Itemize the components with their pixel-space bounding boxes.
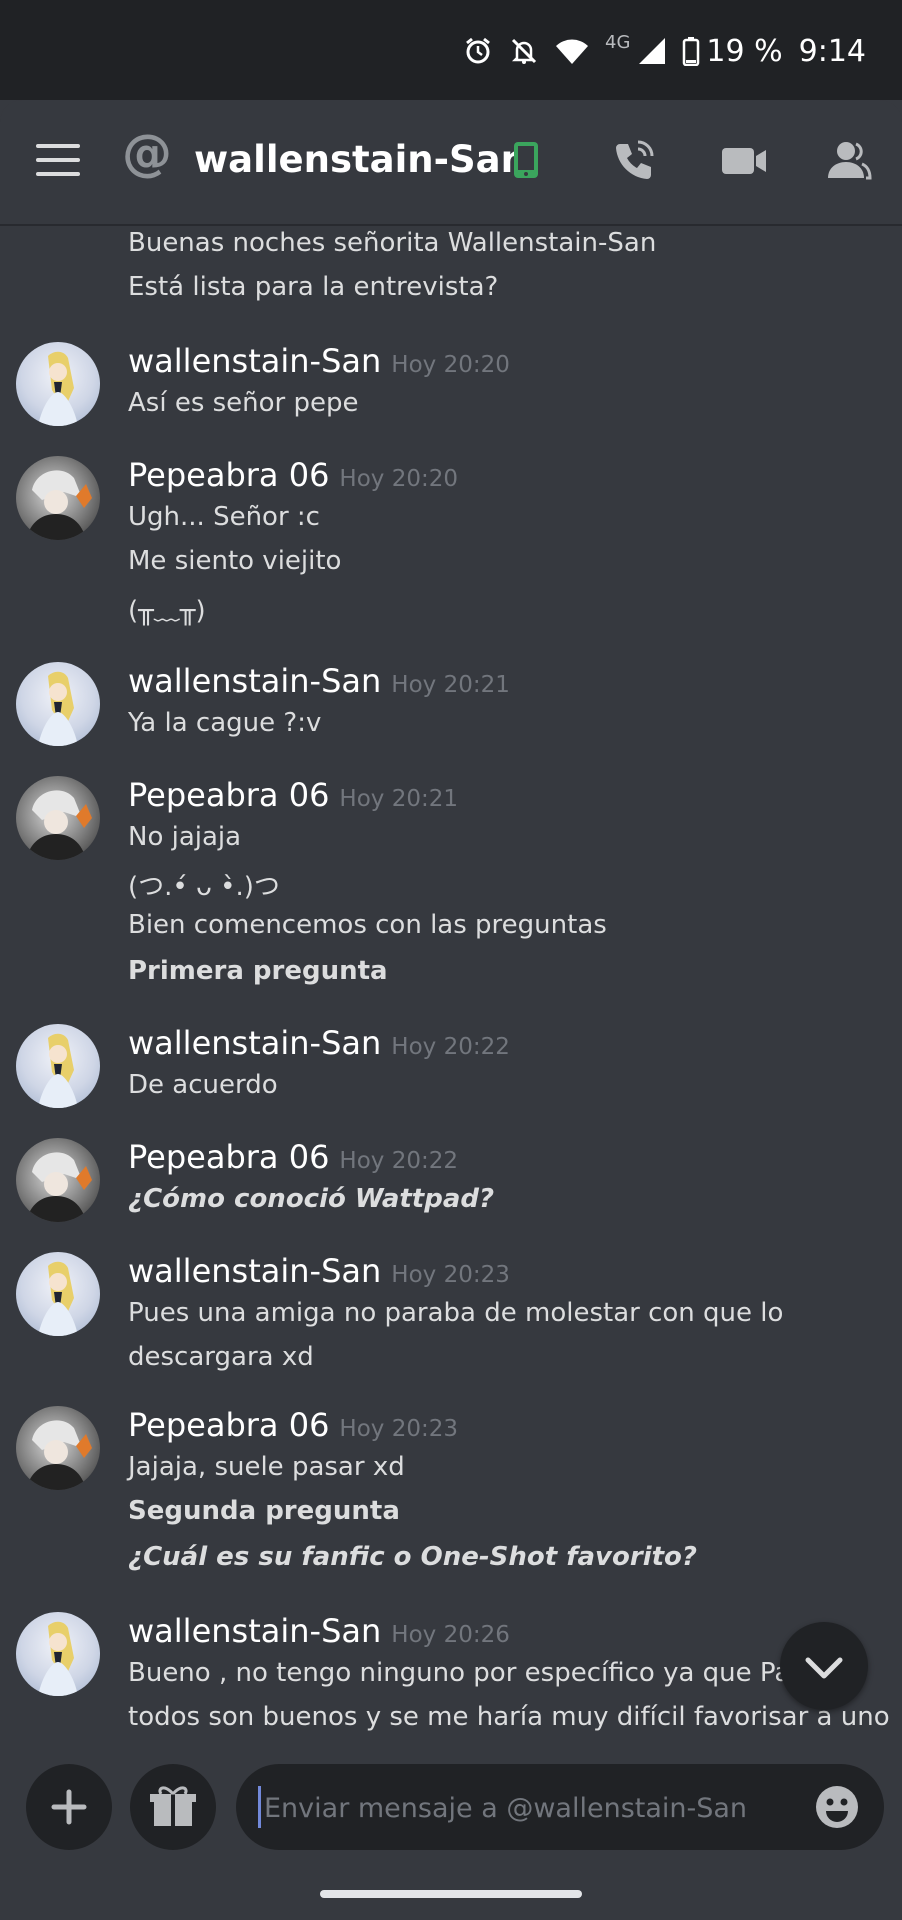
channel-title: wallenstain-San bbox=[194, 138, 527, 181]
message-composer bbox=[0, 1760, 902, 1920]
message-timestamp: Hoy 20:23 bbox=[391, 1262, 510, 1288]
message-text: Me siento viejito bbox=[128, 546, 342, 576]
message-text: descargara xd bbox=[128, 1342, 314, 1372]
avatar[interactable] bbox=[16, 1406, 100, 1490]
message-author[interactable]: Pepeabra 06 bbox=[128, 456, 329, 494]
message-text: Jajaja, suele pasar xd bbox=[128, 1452, 405, 1482]
plus-icon bbox=[51, 1789, 87, 1825]
message-text: Bien comencemos con las preguntas bbox=[128, 910, 607, 940]
notifications-off-icon bbox=[509, 36, 539, 66]
text-cursor bbox=[258, 1786, 261, 1828]
message-text: Así es señor pepe bbox=[128, 388, 359, 418]
message-timestamp: Hoy 20:21 bbox=[339, 786, 458, 812]
message-author[interactable]: wallenstain-San bbox=[128, 1252, 381, 1290]
message-text: Pues una amiga no paraba de molestar con… bbox=[128, 1298, 784, 1328]
emoji-icon[interactable] bbox=[814, 1784, 860, 1834]
message-text: Buenas noches señorita Wallenstain-San bbox=[128, 228, 657, 258]
gift-button[interactable] bbox=[130, 1764, 216, 1850]
network-type: 4G bbox=[605, 32, 631, 53]
add-attachment-button[interactable] bbox=[26, 1764, 112, 1850]
hamburger-icon[interactable] bbox=[36, 144, 80, 178]
status-icons: 4G 19 % 9:14 bbox=[463, 28, 866, 74]
message-author[interactable]: wallenstain-San bbox=[128, 342, 381, 380]
message-text: ¿Cómo conoció Wattpad? bbox=[128, 1184, 495, 1214]
members-icon[interactable] bbox=[826, 138, 872, 186]
clock: 9:14 bbox=[798, 33, 866, 69]
message-text: Ugh... Señor :c bbox=[128, 502, 320, 532]
cell-signal-icon bbox=[638, 37, 666, 65]
home-indicator[interactable] bbox=[320, 1890, 582, 1898]
gift-icon bbox=[150, 1786, 196, 1826]
message-input[interactable] bbox=[262, 1784, 786, 1832]
phone-call-icon[interactable] bbox=[612, 138, 656, 186]
message-author[interactable]: Pepeabra 06 bbox=[128, 1138, 329, 1176]
message-list[interactable]: Buenas noches señorita Wallenstain-San E… bbox=[0, 224, 902, 1760]
message-author[interactable]: wallenstain-San bbox=[128, 1612, 381, 1650]
message-timestamp: Hoy 20:26 bbox=[391, 1622, 510, 1648]
message-text: todos son buenos y se me haría muy difíc… bbox=[128, 1702, 890, 1732]
message-text: Primera pregunta bbox=[128, 956, 388, 986]
video-camera-icon[interactable] bbox=[720, 138, 768, 186]
avatar[interactable] bbox=[16, 1138, 100, 1222]
message-timestamp: Hoy 20:23 bbox=[339, 1416, 458, 1442]
wifi-icon bbox=[555, 37, 589, 65]
avatar[interactable] bbox=[16, 456, 100, 540]
message-timestamp: Hoy 20:22 bbox=[391, 1034, 510, 1060]
message-timestamp: Hoy 20:22 bbox=[339, 1148, 458, 1174]
chevron-down-icon bbox=[805, 1657, 843, 1679]
channel-header: @ wallenstain-San bbox=[0, 100, 902, 224]
message-text: Segunda pregunta bbox=[128, 1496, 400, 1526]
mobile-phone-icon bbox=[512, 140, 540, 184]
battery-level: 19 % bbox=[706, 33, 783, 69]
battery-icon bbox=[682, 36, 700, 66]
jump-to-present-button[interactable] bbox=[780, 1622, 868, 1710]
dm-at-icon: @ bbox=[122, 124, 172, 182]
message-author[interactable]: wallenstain-San bbox=[128, 1024, 381, 1062]
message-text: ¿Cuál es su fanfic o One-Shot favorito? bbox=[128, 1542, 697, 1572]
avatar[interactable] bbox=[16, 1612, 100, 1696]
avatar[interactable] bbox=[16, 1024, 100, 1108]
avatar[interactable] bbox=[16, 1252, 100, 1336]
message-timestamp: Hoy 20:20 bbox=[391, 352, 510, 378]
message-text: No jajaja bbox=[128, 822, 242, 852]
message-author[interactable]: Pepeabra 06 bbox=[128, 1406, 329, 1444]
message-text: (╥﹏╥) bbox=[128, 596, 206, 626]
message-timestamp: Hoy 20:21 bbox=[391, 672, 510, 698]
message-author[interactable]: wallenstain-San bbox=[128, 662, 381, 700]
status-bar: 4G 19 % 9:14 bbox=[0, 0, 902, 100]
avatar[interactable] bbox=[16, 662, 100, 746]
message-author[interactable]: Pepeabra 06 bbox=[128, 776, 329, 814]
message-timestamp: Hoy 20:20 bbox=[339, 466, 458, 492]
alarm-icon bbox=[463, 36, 493, 66]
message-text: De acuerdo bbox=[128, 1070, 278, 1100]
message-text: (つ.•́ ᴗ •̀.)つ bbox=[128, 872, 280, 902]
message-text: Está lista para la entrevista? bbox=[128, 272, 499, 302]
message-text: Ya la cague ?:v bbox=[128, 708, 322, 738]
message-input-container bbox=[236, 1764, 884, 1850]
message-text: Bueno , no tengo ninguno por específico … bbox=[128, 1658, 817, 1688]
avatar[interactable] bbox=[16, 776, 100, 860]
avatar[interactable] bbox=[16, 342, 100, 426]
